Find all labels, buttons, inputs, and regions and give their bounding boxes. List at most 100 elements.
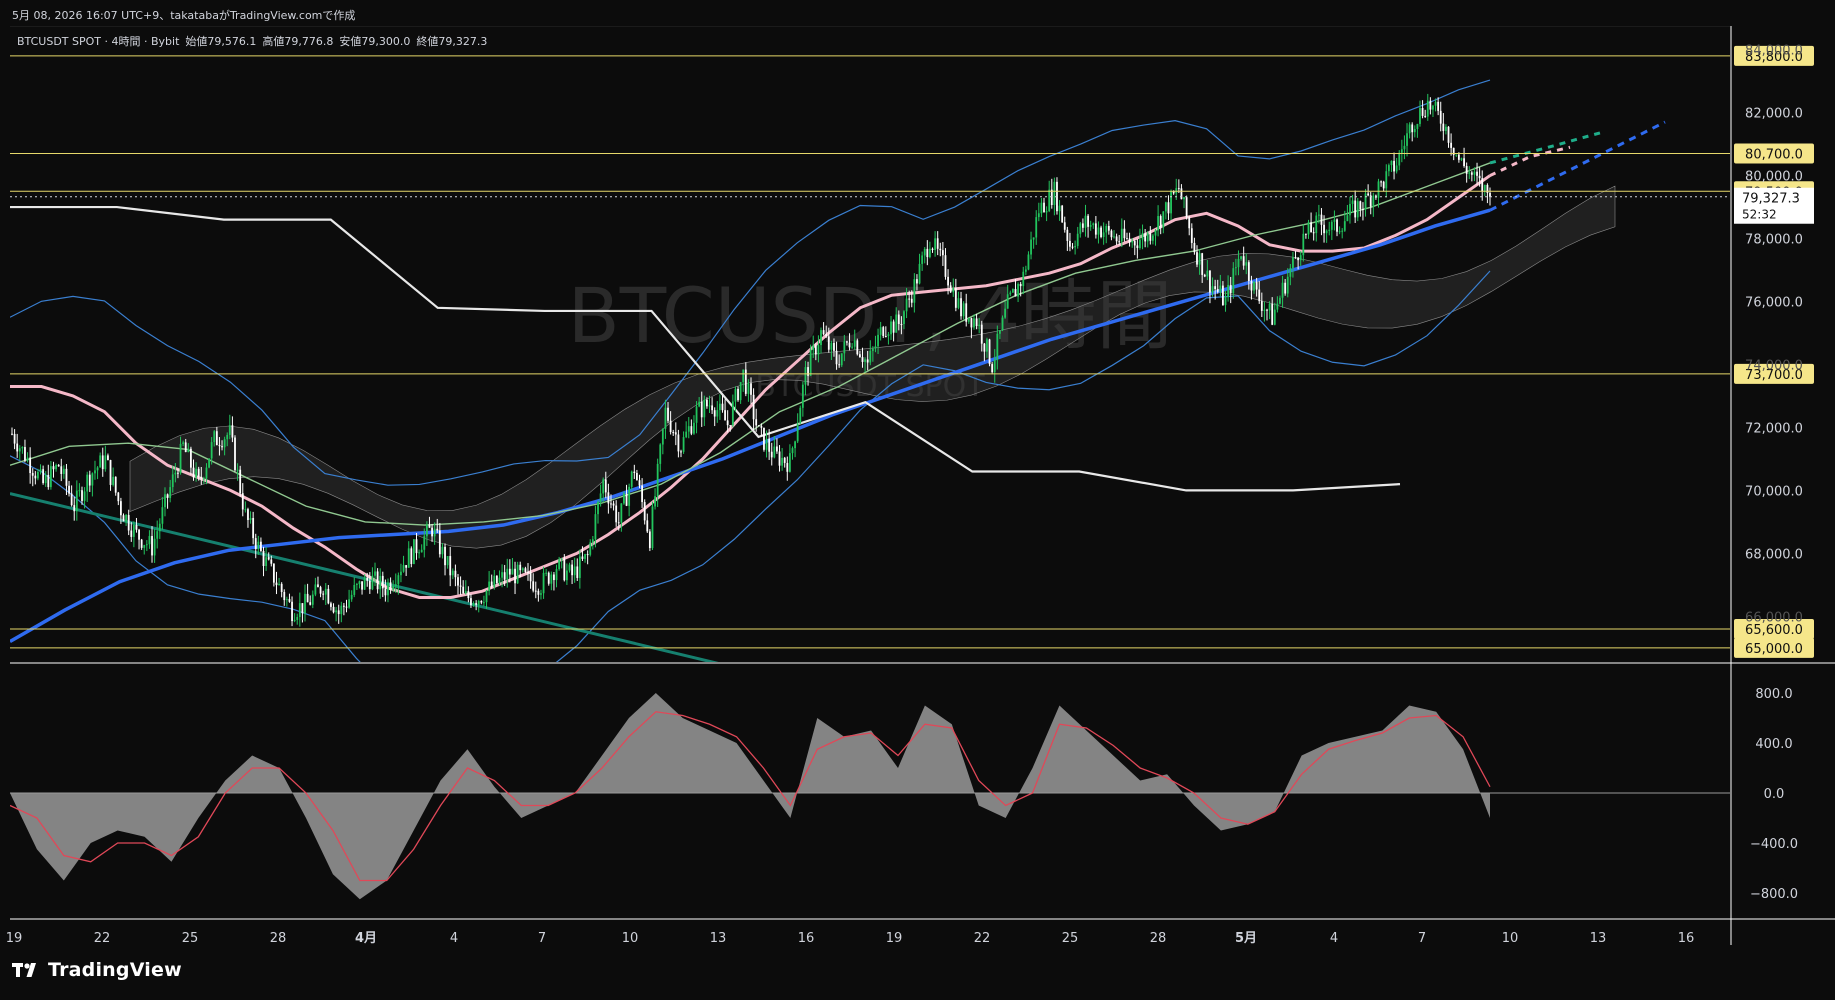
candle[interactable] [763, 427, 765, 452]
candle[interactable] [988, 338, 991, 367]
candle-body [42, 469, 45, 484]
candle-body [156, 531, 159, 539]
candle-body [1185, 197, 1188, 218]
candle-body [304, 593, 306, 614]
candle-body [18, 448, 21, 452]
candle-body [1424, 115, 1427, 117]
candle[interactable] [1001, 315, 1004, 332]
candle-body [1294, 257, 1297, 259]
candle-body [195, 468, 198, 478]
candle-body [148, 536, 151, 545]
candle[interactable] [208, 458, 210, 469]
legend-open-label: 始値 [185, 34, 207, 48]
candle-body [752, 394, 755, 420]
candle[interactable] [234, 435, 236, 472]
candle-body [617, 522, 620, 524]
oscillator-tick-label: 0.0 [1764, 787, 1785, 802]
candle[interactable] [239, 465, 242, 497]
candle-body [1445, 126, 1447, 131]
candle-body [742, 369, 745, 383]
candle-body [648, 531, 651, 549]
candle-body [99, 455, 102, 468]
legend-low: 79,300.0 [361, 35, 410, 48]
candle-body [1193, 242, 1196, 253]
candle[interactable] [840, 353, 843, 368]
candle-body [1367, 193, 1370, 196]
candle-body [1455, 154, 1458, 156]
candle-body [799, 407, 802, 424]
candle-body [796, 423, 799, 442]
candle-body [1209, 270, 1211, 293]
candle-body [1084, 215, 1087, 228]
candle[interactable] [1011, 288, 1014, 293]
candle-body [449, 556, 452, 576]
candle-body [1351, 200, 1354, 204]
candle-body [599, 493, 602, 502]
candle-body [324, 588, 327, 595]
candle-body [1087, 215, 1089, 227]
candle-body [659, 444, 662, 464]
candle-body [1266, 309, 1268, 311]
legend-low-label: 安値 [339, 34, 361, 48]
candle[interactable] [1185, 195, 1188, 220]
candle[interactable] [856, 338, 859, 356]
candle[interactable] [516, 561, 519, 584]
candle-body [890, 321, 892, 335]
candle-body [371, 575, 374, 590]
candle-body [690, 426, 693, 434]
candle-body [1219, 285, 1222, 292]
tradingview-logo[interactable]: TradingView [12, 959, 182, 981]
candle-body [563, 558, 566, 581]
candle-body [410, 548, 413, 564]
svg-text:BTCUSDT SPOT · 4時間 · Bybit始値79: BTCUSDT SPOT · 4時間 · Bybit 始値79,576.1 高値79… [17, 34, 487, 48]
candle[interactable] [648, 529, 651, 552]
candle-body [871, 348, 874, 351]
time-tick-label: 22 [974, 931, 991, 945]
time-tick-label: 16 [1678, 931, 1695, 945]
candle-body [1273, 309, 1276, 325]
candle-body [1292, 257, 1294, 268]
candle[interactable] [495, 575, 498, 585]
candle-body [848, 342, 851, 348]
candle[interactable] [651, 501, 654, 551]
candle-body [288, 599, 291, 602]
candle-body [1048, 189, 1051, 212]
candle-body [1071, 246, 1074, 248]
candle[interactable] [1056, 177, 1058, 215]
candle-body [210, 442, 213, 459]
candle-body [949, 285, 952, 293]
candle-body [1089, 225, 1092, 227]
candle-body [581, 556, 584, 559]
candle-body [260, 541, 262, 551]
candle[interactable] [1100, 225, 1102, 239]
candle-body [112, 476, 115, 485]
candle-body [1227, 284, 1230, 298]
candle[interactable] [547, 571, 550, 586]
candle-body [34, 475, 37, 479]
candle-body [734, 388, 737, 402]
candle[interactable] [799, 405, 802, 424]
candle-body [910, 298, 913, 303]
candle-body [1307, 222, 1310, 235]
candle[interactable] [1061, 204, 1064, 223]
candle-body [177, 472, 179, 474]
candle-body [887, 334, 890, 337]
candle-body [413, 539, 415, 564]
candle-body [363, 577, 366, 590]
candle-body [1097, 227, 1100, 235]
candle-body [161, 507, 164, 524]
candle-body [625, 493, 628, 506]
candle-body [900, 323, 903, 325]
candle-body [1437, 101, 1440, 111]
candle-body [358, 581, 361, 585]
candle-body [340, 605, 343, 615]
candle-body [610, 503, 612, 505]
candle-body [820, 330, 822, 346]
candle-body [737, 388, 739, 401]
candle-body [514, 568, 516, 584]
candle[interactable] [623, 491, 625, 505]
candle[interactable] [413, 539, 415, 565]
candle-body [763, 427, 765, 450]
candle-body [1434, 101, 1437, 106]
chart-canvas[interactable]: BTCUSDT, 4時間 BTCUSDT SPOT BTCUSDT SPOT ·… [0, 26, 1835, 945]
